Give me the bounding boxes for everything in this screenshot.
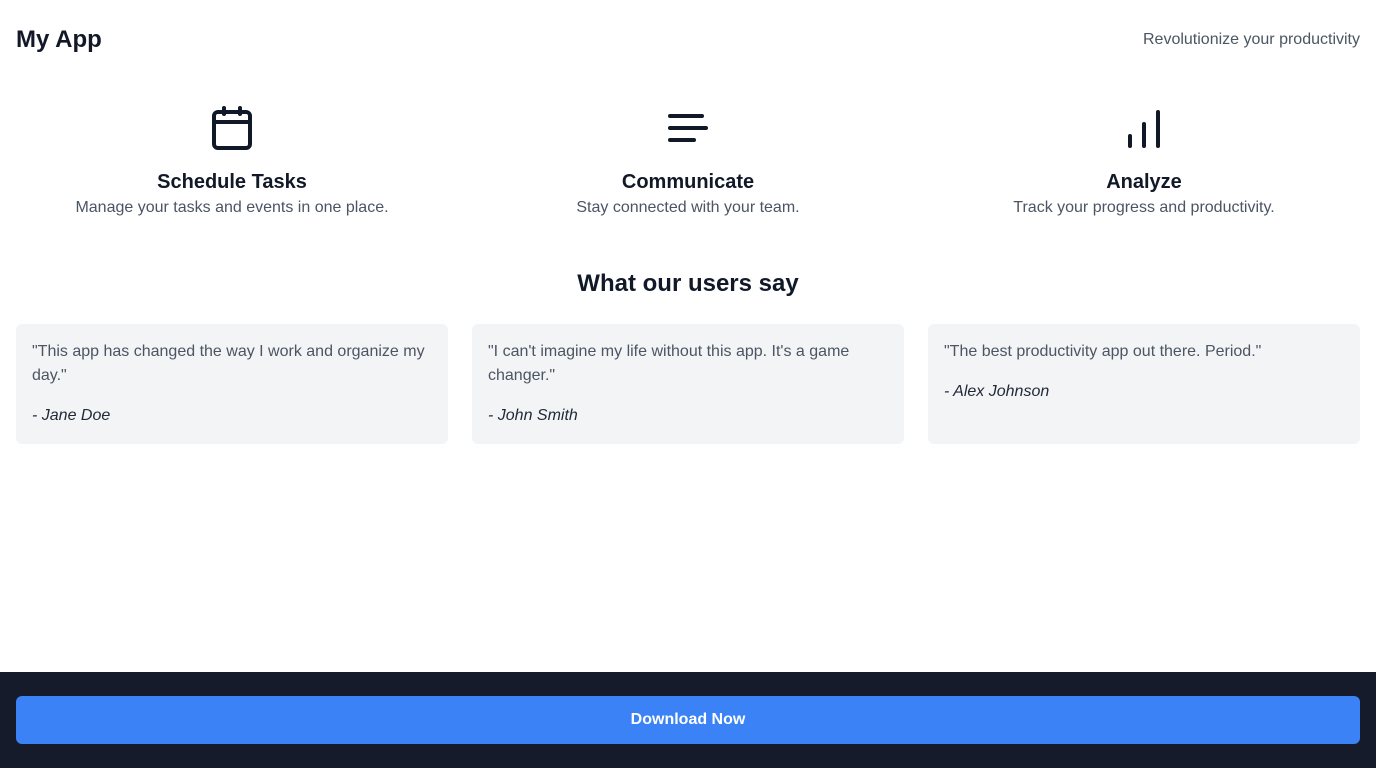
feature-title: Analyze [1106, 171, 1182, 193]
testimonials-section: "This app has changed the way I work and… [16, 324, 1360, 444]
feature-title: Schedule Tasks [157, 171, 307, 193]
feature-description: Manage your tasks and events in one plac… [75, 199, 389, 216]
testimonial-author: - Jane Doe [32, 407, 111, 424]
testimonial-author: - Alex Johnson [944, 383, 1050, 400]
feature-communicate: Communicate Stay connected with your tea… [472, 104, 904, 220]
download-button[interactable]: Download Now [16, 696, 1360, 744]
testimonial-card: "I can't imagine my life without this ap… [472, 324, 904, 444]
footer: Download Now [0, 672, 1376, 768]
message-lines-icon [664, 104, 712, 152]
features-section: Schedule Tasks Manage your tasks and eve… [16, 104, 1360, 220]
feature-analyze: Analyze Track your progress and producti… [928, 104, 1360, 220]
testimonial-quote: "The best productivity app out there. Pe… [944, 343, 1262, 360]
bar-chart-icon [1120, 104, 1168, 152]
testimonials-title: What our users say [577, 270, 799, 297]
testimonial-author: - John Smith [488, 407, 578, 424]
landing-page: My App Revolutionize your productivity S… [0, 0, 1376, 768]
header: My App Revolutionize your productivity [16, 22, 1360, 58]
testimonial-card: "This app has changed the way I work and… [16, 324, 448, 444]
testimonial-quote: "I can't imagine my life without this ap… [488, 343, 850, 384]
feature-title: Communicate [621, 171, 755, 193]
feature-description: Track your progress and productivity. [1013, 199, 1275, 216]
calendar-icon [208, 104, 256, 152]
testimonial-quote: "This app has changed the way I work and… [32, 343, 425, 384]
feature-description: Stay connected with your team. [576, 199, 800, 216]
app-title: My App [16, 26, 102, 53]
feature-schedule-tasks: Schedule Tasks Manage your tasks and eve… [16, 104, 448, 220]
tagline: Revolutionize your productivity [1143, 31, 1360, 48]
testimonial-card: "The best productivity app out there. Pe… [928, 324, 1360, 444]
